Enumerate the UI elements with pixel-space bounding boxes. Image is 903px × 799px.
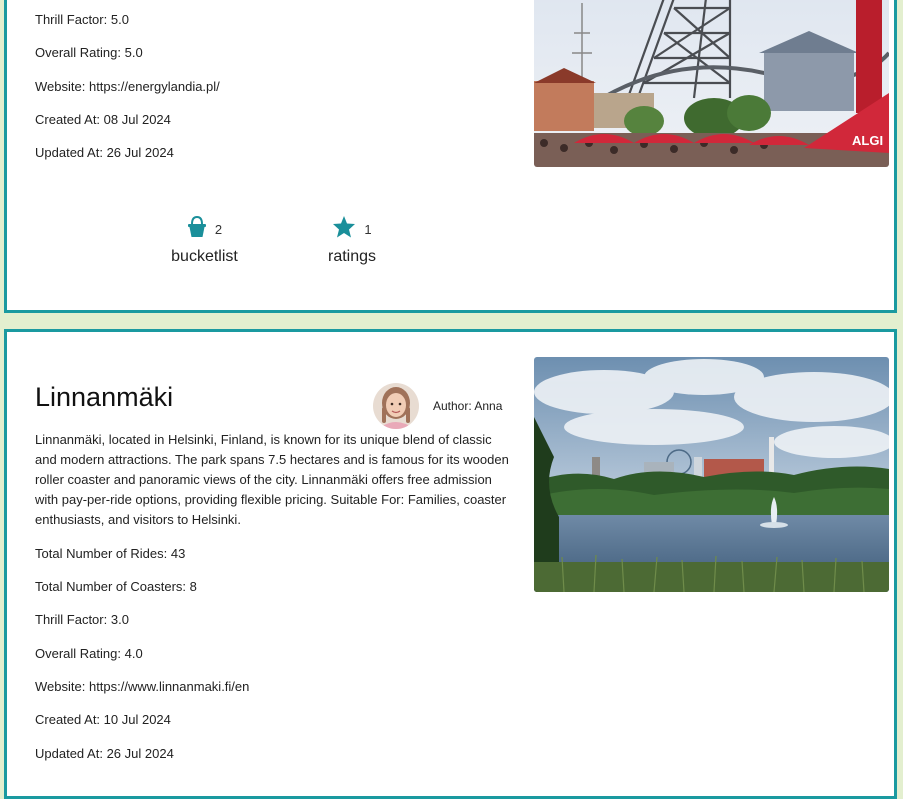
- updated-at-field: Updated At: 26 Jul 2024: [35, 145, 174, 160]
- total-coasters-label: Total Number of Coasters:: [35, 579, 187, 594]
- park-title: Linnanmäki: [35, 382, 174, 412]
- thrill-factor-label: Thrill Factor:: [35, 612, 108, 627]
- park-photo-energylandia: ALGI: [534, 0, 889, 167]
- created-at-value: 10 Jul 2024: [103, 712, 171, 727]
- svg-text:ALGI: ALGI: [852, 133, 883, 148]
- created-at-label: Created At:: [35, 112, 101, 127]
- park-description: Linnanmäki, located in Helsinki, Finland…: [35, 432, 509, 527]
- ratings-stat[interactable]: 1 ratings: [312, 216, 392, 266]
- total-coasters-field: Total Number of Coasters: 8: [35, 579, 197, 594]
- ratings-label: ratings: [327, 248, 377, 265]
- overall-rating-label: Overall Rating:: [35, 646, 121, 661]
- website-link[interactable]: https://energylandia.pl/: [89, 79, 220, 94]
- overall-rating-label: Overall Rating:: [35, 45, 121, 60]
- total-rides-label: Total Number of Rides:: [35, 546, 168, 561]
- bucketlist-count: 2: [214, 221, 223, 237]
- author-name: Author: Anna: [433, 399, 503, 413]
- website-label: Website:: [35, 79, 86, 94]
- website-field: Website: https://www.linnanmaki.fi/en: [35, 679, 249, 694]
- created-at-field: Created At: 10 Jul 2024: [35, 712, 171, 727]
- total-coasters-value: 8: [189, 579, 197, 594]
- updated-at-value: 26 Jul 2024: [106, 746, 174, 761]
- park-card-energylandia: Thrill Factor: 5.0 Overall Rating: 5.0 W…: [4, 0, 897, 313]
- park-card-linnanmaki: Linnanmäki Author: Anna Linnanmäki, loca…: [4, 329, 897, 799]
- overall-rating-field: Overall Rating: 4.0: [35, 646, 143, 661]
- website-label: Website:: [35, 679, 86, 694]
- overall-rating-value: 5.0: [124, 45, 143, 60]
- star-icon[interactable]: [332, 215, 356, 243]
- website-field: Website: https://energylandia.pl/: [35, 79, 220, 94]
- author-info: Author: Anna: [373, 382, 502, 430]
- bucket-icon[interactable]: [187, 215, 207, 243]
- thrill-factor-field: Thrill Factor: 5.0: [35, 12, 129, 27]
- overall-rating-value: 4.0: [124, 646, 143, 661]
- author-avatar: [373, 383, 419, 429]
- updated-at-value: 26 Jul 2024: [106, 145, 174, 160]
- bucketlist-label: bucketlist: [171, 248, 238, 265]
- total-rides-value: 43: [170, 546, 186, 561]
- bucketlist-stat[interactable]: 2 bucketlist: [162, 215, 247, 266]
- thrill-factor-field: Thrill Factor: 3.0: [35, 612, 129, 627]
- created-at-value: 08 Jul 2024: [103, 112, 171, 127]
- ratings-count: 1: [364, 221, 372, 237]
- website-link[interactable]: https://www.linnanmaki.fi/en: [89, 679, 249, 694]
- thrill-factor-value: 3.0: [110, 612, 129, 627]
- park-photo-linnanmaki: [534, 357, 889, 592]
- updated-at-label: Updated At:: [35, 746, 103, 761]
- overall-rating-field: Overall Rating: 5.0: [35, 45, 143, 60]
- thrill-factor-value: 5.0: [110, 12, 129, 27]
- updated-at-label: Updated At:: [35, 145, 103, 160]
- total-rides-field: Total Number of Rides: 43: [35, 546, 185, 561]
- thrill-factor-label: Thrill Factor:: [35, 12, 108, 27]
- created-at-label: Created At:: [35, 712, 101, 727]
- updated-at-field: Updated At: 26 Jul 2024: [35, 746, 174, 761]
- created-at-field: Created At: 08 Jul 2024: [35, 112, 171, 127]
